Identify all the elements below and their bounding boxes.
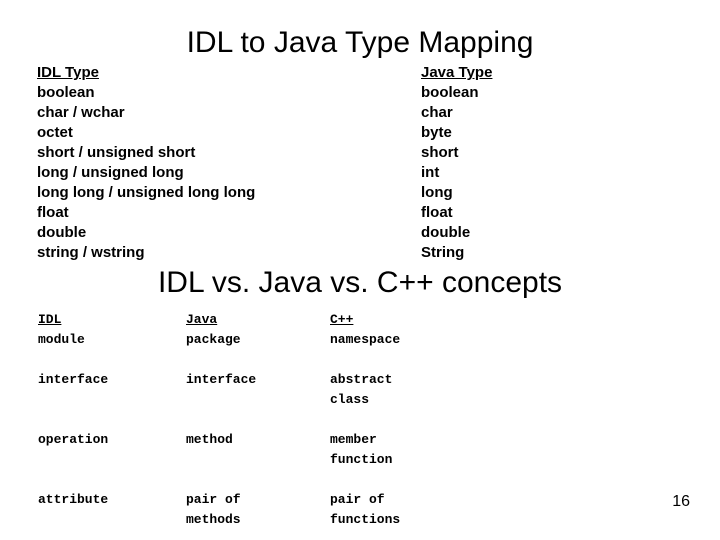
java-type-cell: char [421, 104, 453, 121]
idl-type-cell: boolean [37, 84, 95, 101]
java-type-cell: short [421, 144, 459, 161]
idl-type-cell: string / wstring [37, 244, 145, 261]
concepts-cell-java: interface [186, 372, 257, 387]
concepts-cell-java: method [186, 432, 233, 447]
table-row: attribute pair of methods pair of functi… [0, 490, 720, 530]
java-type-cell: byte [421, 124, 452, 141]
table-row: interface interface abstract class [0, 370, 720, 410]
table-row: module package namespace [0, 330, 720, 350]
idl-type-cell: double [37, 224, 87, 241]
concepts-table: IDL Java C++ module package namespace in… [0, 310, 720, 530]
java-type-column-header: Java Type [421, 64, 493, 81]
concepts-header-java: Java [186, 312, 218, 327]
idl-type-cell: octet [37, 124, 73, 141]
concepts-cell-cpp: member function [330, 432, 393, 467]
idl-type-column: IDL Type boolean char / wchar octet shor… [37, 63, 255, 263]
idl-type-cell: char / wchar [37, 104, 125, 121]
row-spacer [0, 350, 720, 370]
type-mapping-title: IDL to Java Type Mapping [186, 26, 534, 59]
concepts-cell-idl: attribute [38, 492, 109, 507]
java-type-cell: String [421, 244, 465, 261]
concepts-cell-idl: operation [38, 432, 109, 447]
idl-type-column-header: IDL Type [37, 64, 99, 81]
java-type-cell: float [421, 204, 453, 221]
java-type-cell: double [421, 224, 471, 241]
concepts-cell-idl: module [38, 332, 85, 347]
concepts-title: IDL vs. Java vs. C++ concepts [157, 266, 563, 299]
row-spacer [0, 470, 720, 490]
idl-type-cell: long long / unsigned long long [37, 184, 256, 201]
concepts-header-idl: IDL [38, 312, 62, 327]
row-spacer [0, 410, 720, 430]
concepts-cell-idl: interface [38, 372, 109, 387]
idl-type-cell: short / unsigned short [37, 144, 196, 161]
java-type-cell: boolean [421, 84, 479, 101]
java-type-cell: int [421, 164, 440, 181]
concepts-cell-java: pair of methods [186, 492, 241, 527]
idl-type-cell: long / unsigned long [37, 164, 184, 181]
concepts-cell-cpp: pair of functions [330, 492, 401, 527]
java-type-column: Java Type boolean char byte short int lo… [421, 63, 492, 263]
concepts-header-row: IDL Java C++ [0, 310, 720, 330]
idl-type-cell: float [37, 204, 69, 221]
concepts-cell-java: package [186, 332, 241, 347]
concepts-header-cpp: C++ [330, 312, 354, 327]
table-row: operation method member function [0, 430, 720, 470]
slide-canvas: IDL to Java Type Mapping IDL Type boolea… [0, 0, 720, 540]
java-type-cell: long [421, 184, 453, 201]
concepts-cell-cpp: abstract class [330, 372, 393, 407]
concepts-cell-cpp: namespace [330, 332, 401, 347]
page-number: 16 [672, 493, 690, 510]
